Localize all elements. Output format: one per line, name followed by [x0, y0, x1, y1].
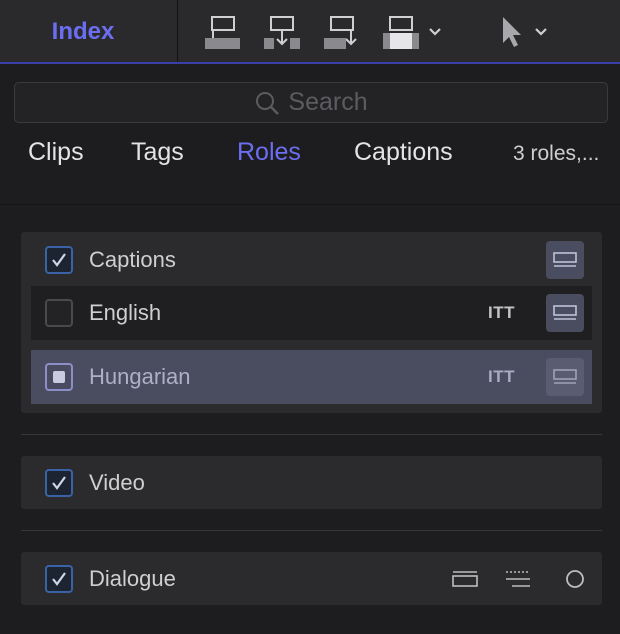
- connect-clip-icon: [205, 16, 240, 49]
- insert-clip-button[interactable]: [261, 12, 303, 52]
- group-divider: [21, 530, 602, 531]
- tab-tags[interactable]: Tags: [131, 138, 184, 167]
- checkmark-icon: [52, 476, 66, 490]
- group-divider: [21, 434, 602, 435]
- caption-format-badge: ITT: [488, 367, 515, 386]
- video-checkbox[interactable]: [45, 469, 73, 497]
- search-icon: [256, 91, 280, 115]
- english-checkbox[interactable]: [45, 299, 73, 327]
- index-label: Index: [51, 18, 115, 45]
- append-clip-icon: [324, 16, 357, 49]
- role-row-video[interactable]: Video: [21, 456, 602, 510]
- tab-captions[interactable]: Captions: [354, 138, 453, 167]
- subrole-row-hungarian[interactable]: Hungarian ITT: [31, 350, 592, 404]
- checkmark-icon: [52, 572, 66, 586]
- index-tabs: Clips Tags Roles Captions 3 roles,...: [0, 138, 620, 182]
- select-tool-button[interactable]: [496, 12, 552, 52]
- search-placeholder: Search: [288, 88, 368, 116]
- captions-checkbox[interactable]: [45, 246, 73, 274]
- partial-check-icon: [53, 371, 65, 383]
- lanes-icon: [553, 369, 577, 384]
- chevron-down-icon: [535, 28, 547, 36]
- role-group-video: Video: [21, 456, 602, 509]
- connect-clip-button[interactable]: [200, 12, 242, 52]
- role-label: Video: [89, 470, 145, 495]
- show-lanes-button[interactable]: [448, 565, 482, 593]
- subrole-lane-button[interactable]: [546, 294, 584, 332]
- caption-format-badge: ITT: [488, 303, 515, 322]
- chevron-down-icon: [429, 28, 441, 36]
- role-group-captions: Captions English ITT Hungarian ITT: [21, 232, 602, 413]
- lanes-icon: [553, 252, 577, 267]
- lanes-icon: [553, 305, 577, 320]
- focus-role-button[interactable]: [501, 565, 535, 593]
- roles-count-label: 3 roles,...: [513, 142, 600, 165]
- append-clip-button[interactable]: [321, 12, 363, 52]
- select-tool-icon: [503, 17, 521, 47]
- toolbar-divider: [177, 0, 178, 62]
- subrole-label: English: [89, 300, 162, 325]
- tab-clips[interactable]: Clips: [28, 138, 84, 167]
- subrole-row-english[interactable]: English ITT: [31, 286, 592, 340]
- search-field[interactable]: Search: [14, 82, 608, 123]
- tab-roles[interactable]: Roles: [237, 138, 301, 167]
- role-row-dialogue[interactable]: Dialogue: [21, 552, 602, 606]
- index-button[interactable]: Index: [0, 0, 178, 64]
- circle-icon: [566, 570, 584, 588]
- show-lanes-button[interactable]: [546, 241, 584, 279]
- role-label: Dialogue: [89, 566, 176, 591]
- role-color-button[interactable]: [561, 565, 589, 593]
- lanes-icon: [452, 571, 478, 587]
- checkmark-icon: [52, 253, 66, 267]
- overwrite-clip-button[interactable]: [381, 12, 443, 52]
- minimize-lanes-icon: [506, 571, 530, 587]
- role-group-dialogue: Dialogue: [21, 552, 602, 605]
- role-row-captions[interactable]: Captions: [21, 233, 602, 287]
- header-divider: [0, 204, 620, 205]
- subrole-lane-button[interactable]: [546, 358, 584, 396]
- insert-clip-icon: [264, 16, 300, 49]
- dialogue-checkbox[interactable]: [45, 565, 73, 593]
- hungarian-checkbox[interactable]: [45, 363, 73, 391]
- role-label: Captions: [89, 247, 176, 272]
- overwrite-clip-icon: [383, 16, 419, 49]
- toolbar: Index: [0, 0, 620, 64]
- subrole-label: Hungarian: [89, 364, 191, 389]
